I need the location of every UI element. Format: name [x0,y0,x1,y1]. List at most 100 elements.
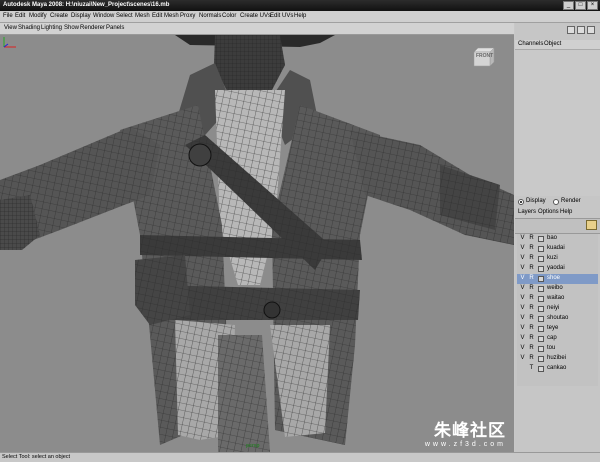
layer-visibility[interactable]: V [519,315,526,321]
layer-color-swatch[interactable] [538,306,544,312]
layer-display-type[interactable]: R [528,235,535,241]
menu-edit-mesh[interactable]: Edit Mesh [152,13,179,19]
watermark: 朱峰社区 www.zf3d.com [425,416,506,448]
tool-settings-icon[interactable] [587,26,595,34]
layer-visibility[interactable]: V [519,345,526,351]
layer-row-kuzi[interactable]: V R kuzi [517,254,598,264]
layer-display-type[interactable]: R [528,295,535,301]
layer-color-swatch[interactable] [538,326,544,332]
layer-visibility[interactable]: V [519,235,526,241]
layer-display-type[interactable]: R [528,285,535,291]
layer-display-type[interactable]: R [528,355,535,361]
menu-display[interactable]: Display [71,13,91,19]
tab-channels[interactable]: Channels [518,41,543,47]
channel-box-icon[interactable] [567,26,575,34]
menu-edit-uvs[interactable]: Edit UVs [270,13,293,19]
layer-visibility[interactable]: V [519,305,526,311]
layer-color-swatch[interactable] [538,276,544,282]
layer-row-bao[interactable]: V R bao [517,234,598,244]
tab-object[interactable]: Object [544,41,561,47]
layer-color-swatch[interactable] [538,346,544,352]
channel-box[interactable] [515,49,600,196]
layer-visibility[interactable]: V [519,335,526,341]
viewport-persp[interactable]: FRONT persp 朱峰社区 www.zf3d.com [0,35,514,452]
layer-row-weibo[interactable]: V R weibo [517,284,598,294]
menu-normals[interactable]: Normals [199,13,221,19]
menu-create[interactable]: Create [50,13,68,19]
layer-display-type[interactable]: R [528,335,535,341]
layer-list: V R bao V R kuadai V R kuzi V R yaodai V… [517,234,598,386]
layer-color-swatch[interactable] [538,236,544,242]
layer-visibility[interactable]: V [519,295,526,301]
panel-menu-lighting[interactable]: Lighting [41,25,62,31]
layer-display-type[interactable]: R [528,245,535,251]
layer-visibility[interactable]: V [519,265,526,271]
layer-visibility[interactable]: V [519,275,526,281]
menu-file[interactable]: File [3,13,13,19]
attribute-editor-icon[interactable] [577,26,585,34]
menu-select[interactable]: Select [116,13,133,19]
layer-color-swatch[interactable] [538,316,544,322]
layer-color-swatch[interactable] [538,336,544,342]
layer-display-type[interactable]: R [528,315,535,321]
menu-proxy[interactable]: Proxy [180,13,195,19]
layer-row-teye[interactable]: V R teye [517,324,598,334]
close-button[interactable]: × [587,1,598,10]
panel-menu-renderer[interactable]: Renderer [80,25,105,31]
layer-visibility[interactable]: V [519,325,526,331]
menu-help[interactable]: Help [294,13,306,19]
layer-visibility[interactable]: V [519,355,526,361]
layer-row-shoe[interactable]: V R shoe [517,274,598,284]
layer-display-type[interactable]: T [528,365,535,371]
layer-row-cankao[interactable]: T cankao [517,364,598,374]
menu-color[interactable]: Color [222,13,236,19]
layer-visibility[interactable]: V [519,245,526,251]
layer-display-type[interactable]: R [528,345,535,351]
axis-gizmo-icon [3,37,16,48]
render-radio[interactable] [553,199,559,205]
layer-row-yaodai[interactable]: V R yaodai [517,264,598,274]
layer-color-swatch[interactable] [538,296,544,302]
layer-menu-bar: Layers Options Help [515,208,600,217]
layer-visibility[interactable]: V [519,255,526,261]
menu-modify[interactable]: Modify [29,13,47,19]
menu-help-layers[interactable]: Help [560,209,572,215]
layer-color-swatch[interactable] [538,246,544,252]
layer-color-swatch[interactable] [538,356,544,362]
layer-display-type[interactable]: R [528,255,535,261]
menu-window[interactable]: Window [93,13,114,19]
menu-create-uvs[interactable]: Create UVs [240,13,271,19]
display-radio[interactable] [518,199,524,205]
panel-menu-view[interactable]: View [4,25,17,31]
character-wireframe-model [0,35,514,452]
layer-display-type[interactable]: R [528,275,535,281]
new-layer-icon[interactable] [586,220,597,230]
layer-row-waitao[interactable]: V R waitao [517,294,598,304]
menu-layers[interactable]: Layers [518,209,536,215]
layer-row-shoutao[interactable]: V R shoutao [517,314,598,324]
layer-row-huzibei[interactable]: V R huzibei [517,354,598,364]
layer-row-tou[interactable]: V R tou [517,344,598,354]
layer-row-neiyi[interactable]: V R neiyi [517,304,598,314]
display-label: Display [526,198,546,204]
layer-color-swatch[interactable] [538,256,544,262]
panel-menu-show[interactable]: Show [64,25,79,31]
panel-menu-shading[interactable]: Shading [18,25,40,31]
layer-display-type[interactable]: R [528,325,535,331]
view-cube[interactable]: FRONT [472,47,496,67]
panel-menu-panels[interactable]: Panels [106,25,124,31]
layer-color-swatch[interactable] [538,266,544,272]
menu-options[interactable]: Options [538,209,559,215]
title-bar: Autodesk Maya 2008: H:\niuzai\New_Projec… [0,0,600,11]
layer-color-swatch[interactable] [538,286,544,292]
menu-edit[interactable]: Edit [15,13,25,19]
layer-display-type[interactable]: R [528,265,535,271]
layer-row-cap[interactable]: V R cap [517,334,598,344]
layer-display-type[interactable]: R [528,305,535,311]
maximize-button[interactable]: □ [575,1,586,10]
menu-mesh[interactable]: Mesh [135,13,150,19]
layer-row-kuadai[interactable]: V R kuadai [517,244,598,254]
layer-visibility[interactable]: V [519,285,526,291]
minimize-button[interactable]: _ [563,1,574,10]
layer-color-swatch[interactable] [538,366,544,372]
